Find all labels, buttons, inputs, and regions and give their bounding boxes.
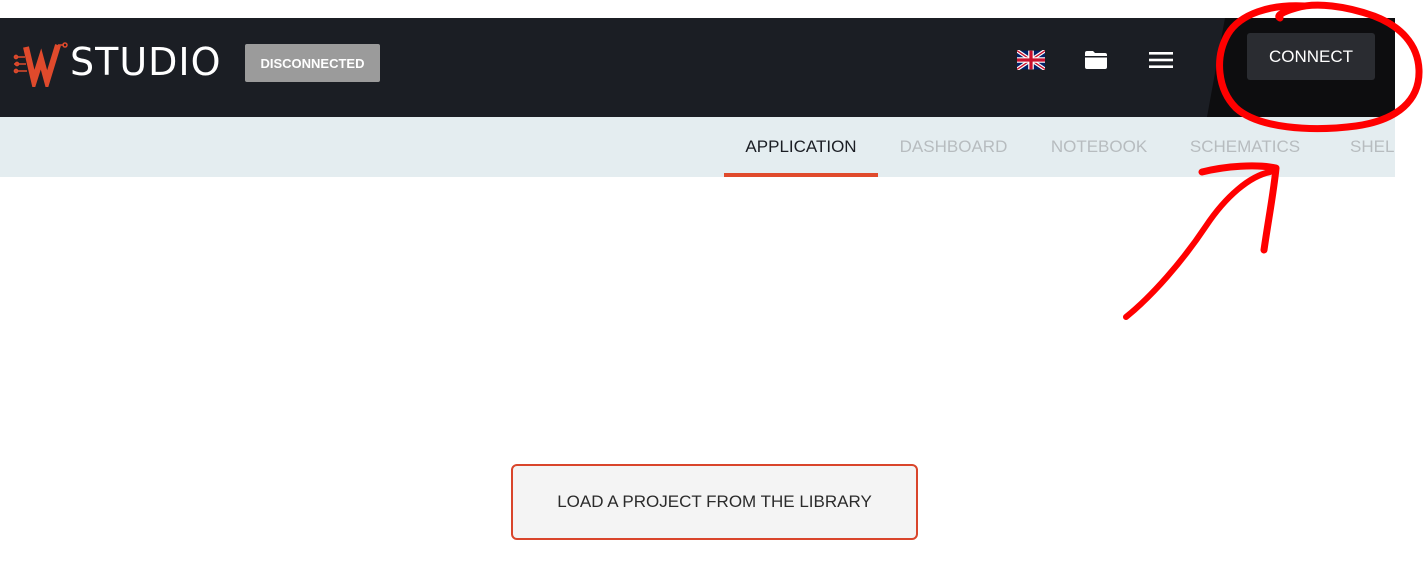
language-button[interactable] <box>1015 46 1047 74</box>
tab-application[interactable]: APPLICATION <box>724 117 878 177</box>
brand-text: STUDIO <box>70 40 222 84</box>
tab-bar: APPLICATION DASHBOARD NOTEBOOK SCHEMATIC… <box>0 117 1395 177</box>
weio-logo-icon <box>13 42 68 87</box>
menu-button[interactable] <box>1145 46 1177 74</box>
load-project-button[interactable]: LOAD A PROJECT FROM THE LIBRARY <box>511 464 918 540</box>
app-logo[interactable]: STUDIO <box>12 30 222 94</box>
menu-icon <box>1149 52 1173 68</box>
uk-flag-icon <box>1017 50 1045 70</box>
app-window: STUDIO DISCONNECTED CONNECT APPLICATION … <box>0 0 1423 564</box>
folder-button[interactable] <box>1080 46 1112 74</box>
annotation-arrowhead <box>1198 162 1280 254</box>
tab-dashboard[interactable]: DASHBOARD <box>878 117 1029 177</box>
connect-button[interactable]: CONNECT <box>1247 33 1375 80</box>
tab-notebook[interactable]: NOTEBOOK <box>1029 117 1169 177</box>
tab-shell[interactable]: SHELL <box>1331 117 1395 177</box>
connection-status-badge: DISCONNECTED <box>245 44 380 82</box>
folder-icon <box>1085 51 1107 69</box>
tab-schematics[interactable]: SCHEMATICS <box>1169 117 1321 177</box>
annotation-arrow-shaft <box>1123 169 1273 320</box>
